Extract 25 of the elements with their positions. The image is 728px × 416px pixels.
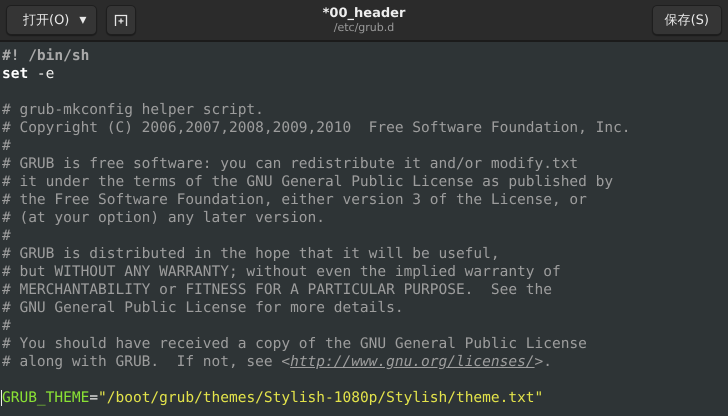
code-line: # GRUB is free software: you can redistribute it and/or modify.txt (2, 156, 578, 172)
link[interactable]: http://www.gnu.org/licenses/ (290, 354, 535, 370)
code-line: # MERCHANTABILITY or FITNESS FOR A PARTICULAR PURPOSE. See the (2, 282, 552, 298)
code-line: # (2, 138, 11, 154)
save-button[interactable]: 保存(S) (652, 5, 722, 35)
new-tab-icon (114, 13, 128, 27)
code-line: # GRUB is distributed in the hope that it will be useful, (2, 246, 500, 262)
code-line: # You should have received a copy of the GNU General Public License (2, 336, 587, 352)
code-line: # (at your option) any later version. (2, 210, 326, 226)
code-line: # Copyright (C) 2006,2007,2008,2009,2010 Free Software Foundation, Inc. (2, 120, 631, 136)
code-line: GRUB_THEME="/boot/grub/themes/Stylish-1080p/Stylish/theme.txt" (2, 390, 544, 406)
code-line: # it under the terms of the GNU General Public License as published by (2, 174, 614, 190)
code-line: # the Free Software Foundation, either version 3 of the License, or (2, 192, 587, 208)
code-line: #! /bin/sh (2, 48, 90, 64)
code-line: # grub-mkconfig helper script. (2, 102, 264, 118)
code-line: # GNU General Public License for more details. (2, 300, 404, 316)
window-title: *00_header (322, 6, 406, 21)
code-line: # but WITHOUT ANY WARRANTY; without even the implied warranty of (2, 264, 561, 280)
code-line: set -e (2, 66, 54, 82)
code-line: # (2, 228, 11, 244)
code-line: # along with GRUB. If not, see <http://www.gnu.org/licenses/>. (2, 354, 552, 370)
new-tab-button[interactable] (106, 5, 136, 35)
file-path: /etc/grub.d (334, 21, 394, 34)
open-button[interactable]: 打开(O) ▾ (6, 5, 98, 35)
code-line: # (2, 318, 11, 334)
